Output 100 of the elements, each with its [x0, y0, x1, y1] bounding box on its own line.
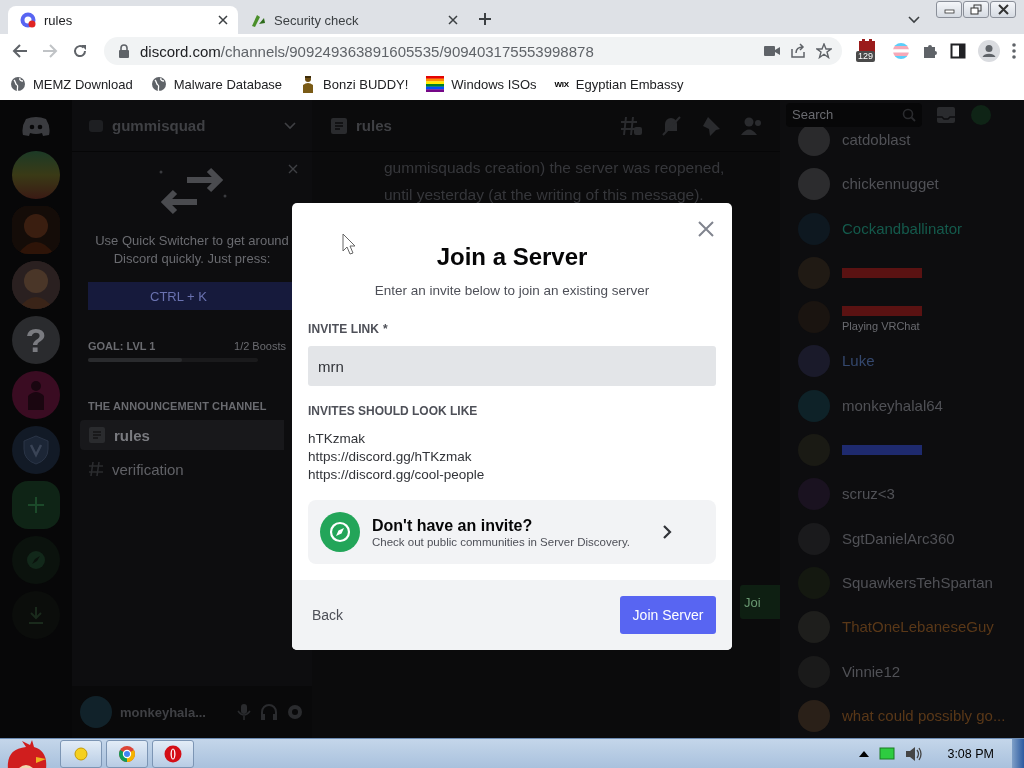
close-tab-button[interactable] — [216, 13, 230, 27]
bookmark-link[interactable]: MEMZ Download — [10, 76, 133, 92]
bookmark-link[interactable]: WIX Egyptian Embassy — [554, 76, 684, 92]
close-icon — [698, 221, 714, 237]
download-button[interactable] — [12, 591, 60, 639]
username: monkeyhala... — [120, 704, 207, 720]
settings-icon[interactable] — [286, 703, 304, 721]
explore-button[interactable] — [12, 536, 60, 584]
compass-icon — [320, 512, 360, 552]
bookmark-link[interactable]: Bonzi BUDDY! — [300, 75, 409, 93]
muted-bell-icon[interactable] — [660, 114, 682, 137]
member-name: scruz<3 — [842, 485, 895, 504]
globe-icon — [10, 76, 26, 92]
invite-link-field[interactable]: mrn — [308, 346, 716, 386]
profile-icon[interactable] — [978, 40, 1000, 62]
channel-item[interactable]: rules — [80, 420, 284, 450]
close-window-button[interactable] — [990, 1, 1016, 18]
taskbar-app-button[interactable] — [152, 739, 194, 768]
bookmark-link[interactable]: Windows ISOs — [426, 76, 537, 92]
back-button[interactable]: Back — [312, 607, 344, 623]
member-name: monkeyhalal64 — [842, 396, 943, 415]
example-text: hTKzmak — [308, 430, 366, 448]
threads-icon[interactable] — [620, 115, 642, 136]
server-button[interactable] — [12, 261, 60, 309]
speaker-icon[interactable] — [905, 745, 924, 762]
member-status: Playing VRChat — [842, 319, 921, 333]
example-text: https://discord.gg/hTKzmak — [308, 448, 473, 466]
microphone-icon[interactable] — [236, 703, 252, 721]
document-icon — [330, 116, 348, 135]
share-icon[interactable] — [790, 43, 806, 59]
channel-title: rules — [356, 117, 393, 134]
boost-count: 1/2 Boosts — [234, 340, 286, 352]
puzzle-icon[interactable] — [922, 43, 938, 59]
star-icon[interactable] — [816, 43, 832, 59]
server-button[interactable] — [12, 426, 60, 474]
close-button[interactable] — [696, 219, 716, 239]
members-icon[interactable] — [740, 115, 764, 136]
download-icon — [27, 606, 45, 624]
member-name: SquawkersTehSpartan — [842, 573, 993, 592]
dialog-subtitle: Enter an invite below to join an existing server — [373, 283, 651, 298]
close-icon — [996, 4, 1010, 15]
search-field[interactable]: Search — [786, 102, 922, 127]
striped-circle-icon[interactable] — [892, 42, 910, 60]
show-desktop-button[interactable] — [1012, 738, 1024, 768]
camera-icon[interactable] — [764, 45, 780, 57]
chevron-down-icon[interactable] — [284, 121, 296, 130]
address-bar[interactable]: discord.com/channels/909249363891605535/909403175553998878 — [104, 37, 842, 65]
join-button[interactable]: Joi — [740, 585, 780, 619]
join-server-button[interactable]: Join Server — [620, 596, 716, 634]
taskbar-app-button[interactable] — [60, 739, 102, 768]
more-icon[interactable] — [1012, 43, 1016, 59]
bookmark-link[interactable]: Malware Database — [150, 76, 283, 92]
headphones-icon[interactable] — [260, 703, 278, 721]
tab-search-button[interactable] — [906, 14, 922, 26]
controller-logo-icon — [22, 117, 50, 137]
caret-up-icon[interactable] — [859, 750, 870, 757]
taskbar-app-button[interactable] — [106, 739, 148, 768]
pin-icon[interactable] — [700, 114, 722, 137]
minimize-button[interactable] — [936, 1, 962, 18]
new-tab-button[interactable] — [476, 10, 494, 28]
add-server-button[interactable] — [12, 481, 60, 529]
inbox-icon[interactable] — [936, 105, 956, 124]
sun-icon — [72, 744, 90, 763]
member-name: Luke — [842, 352, 875, 371]
plus-icon — [27, 496, 45, 514]
arrow-right-icon — [42, 43, 58, 59]
card-title: Don't have an invite? — [372, 516, 534, 535]
extension-button[interactable]: 129 — [858, 39, 880, 63]
goal-label: GOAL: LVL 1 — [88, 340, 156, 352]
close-icon — [448, 15, 458, 25]
shield-icon — [23, 435, 49, 465]
figure-icon — [26, 380, 46, 410]
member-name: ThatOneLebaneseGuy — [842, 618, 994, 637]
member-name: what could possibly go... — [842, 706, 1006, 725]
rainbow-flag-icon — [426, 76, 445, 92]
clock-text: 3:08 PM — [947, 746, 994, 761]
side-panel-icon[interactable] — [950, 43, 966, 59]
chevron-right-icon — [662, 524, 672, 540]
browser-tab[interactable]: rules — [8, 6, 238, 34]
member-name: catdoblast — [842, 131, 911, 149]
example-text: https://discord.gg/cool-people — [308, 466, 486, 484]
restore-button[interactable] — [963, 1, 989, 18]
reload-icon — [72, 43, 88, 59]
close-icon[interactable] — [288, 164, 298, 174]
shortcut-button[interactable]: CTRL + K — [88, 282, 292, 310]
category-label: THE ANNOUNCEMENT CHANNEL — [88, 400, 268, 412]
server-button[interactable] — [12, 151, 60, 199]
avatar — [798, 389, 830, 422]
avatar — [798, 699, 830, 732]
chevron-down-icon — [908, 16, 920, 24]
field-label: INVITE LINK * — [308, 322, 389, 336]
arrow-left-icon — [12, 43, 28, 59]
network-icon[interactable] — [879, 746, 896, 761]
quick-switcher-text: Use Quick Switcher to get around Discord quickly. Just press: — [94, 232, 290, 268]
close-tab-button[interactable] — [446, 13, 460, 27]
browser-tab[interactable]: Security check — [238, 6, 468, 34]
member-name: SgtDanielArc360 — [842, 529, 955, 548]
discovery-card[interactable]: Don't have an invite? Check out public communities in Server Discovery. — [308, 500, 716, 564]
close-icon — [218, 15, 228, 25]
server-button[interactable] — [12, 206, 60, 254]
